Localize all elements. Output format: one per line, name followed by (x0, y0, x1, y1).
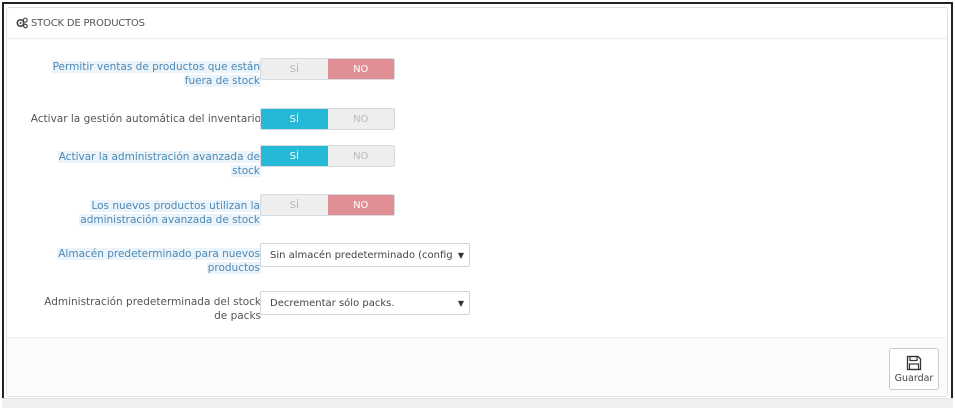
field-label: Los nuevos productos utilizan la adminis… (21, 199, 261, 227)
field-label: Administración predeterminada del stock … (21, 295, 261, 323)
switch-allow-out-of-stock[interactable]: SÍ NO (260, 58, 395, 80)
select-default-warehouse[interactable]: Sin almacén predeterminado (configu ▼ (260, 243, 470, 267)
switch-option-no[interactable]: NO (327, 146, 394, 166)
select-pack-stock-management[interactable]: Decrementar sólo packs. ▼ (260, 291, 470, 315)
bottom-strip (2, 398, 953, 408)
field-label-line1: Activar la administración avanzada de (57, 151, 261, 163)
field-label: Activar la gestión automática del invent… (21, 112, 261, 126)
switch-option-yes[interactable]: SÍ (261, 146, 328, 166)
select-value: Decrementar sólo packs. (270, 297, 395, 309)
caret-down-icon: ▼ (453, 244, 469, 266)
panel-heading: STOCK DE PRODUCTOS (7, 8, 947, 39)
switch-auto-stock-management[interactable]: SÍ NO (260, 108, 395, 130)
field-label-line2: fuera de stock (183, 75, 261, 87)
floppy-disk-icon (906, 355, 922, 373)
select-value: Sin almacén predeterminado (configu (270, 249, 453, 261)
switch-option-no[interactable]: NO (327, 195, 394, 215)
stock-panel: STOCK DE PRODUCTOS Permitir ventas de pr… (6, 7, 948, 397)
field-label-line2: productos (206, 262, 261, 274)
field-label-line2: administración avanzada de stock (79, 214, 261, 226)
caret-down-icon: ▼ (453, 292, 469, 314)
switch-option-no[interactable]: NO (327, 109, 394, 129)
field-label: Permitir ventas de productos que están f… (21, 60, 261, 88)
field-label-line1: Almacén predeterminado para nuevos (57, 248, 261, 260)
field-label-line2: de packs (214, 310, 261, 322)
save-button-label: Guardar (894, 372, 934, 384)
field-label: Activar la administración avanzada de st… (21, 150, 261, 178)
panel-footer: Guardar (7, 337, 947, 396)
switch-option-yes[interactable]: SÍ (261, 109, 328, 129)
field-label-line1: Activar la gestión automática del invent… (30, 113, 261, 125)
field-label-line2: stock (231, 165, 261, 177)
field-label-line1: Los nuevos productos utilizan la (90, 200, 261, 212)
save-button[interactable]: Guardar (889, 348, 939, 390)
field-label-line1: Permitir ventas de productos que están (51, 61, 261, 73)
switch-option-yes[interactable]: SÍ (261, 59, 328, 79)
switch-advanced-stock-management[interactable]: SÍ NO (260, 145, 395, 167)
switch-option-no[interactable]: NO (327, 59, 394, 79)
switch-new-products-advanced-stock[interactable]: SÍ NO (260, 194, 395, 216)
field-label-line1: Administración predeterminada del stock (44, 296, 261, 308)
field-label: Almacén predeterminado para nuevos produ… (21, 247, 261, 275)
cogs-icon (16, 17, 28, 29)
switch-option-yes[interactable]: SÍ (261, 195, 328, 215)
panel-title: STOCK DE PRODUCTOS (31, 17, 145, 29)
